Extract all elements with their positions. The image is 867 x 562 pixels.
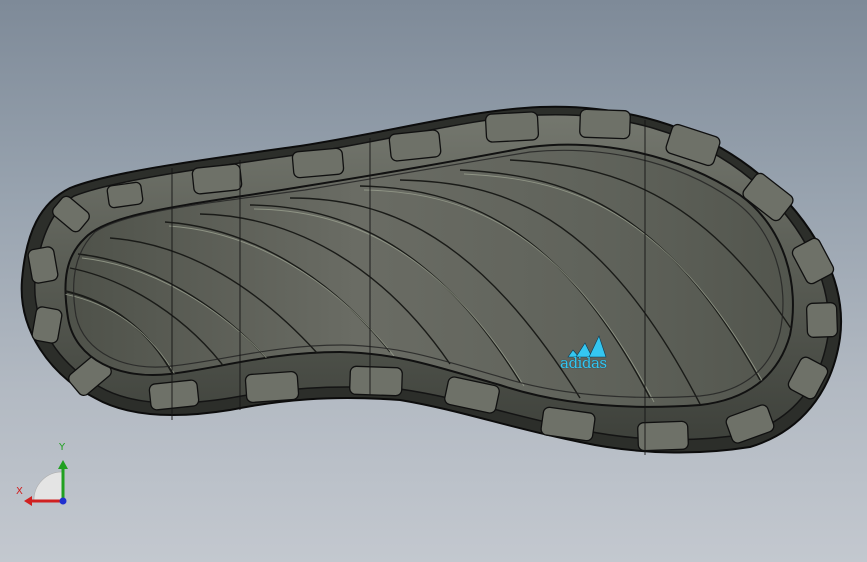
axis-triad	[24, 460, 68, 506]
y-axis-label: Y	[59, 442, 66, 453]
model-viewport[interactable]: adidas X Y	[0, 0, 867, 562]
x-axis-label: X	[16, 486, 23, 497]
brand-logo-text: adidas	[560, 354, 607, 372]
sole-model[interactable]	[0, 0, 867, 562]
